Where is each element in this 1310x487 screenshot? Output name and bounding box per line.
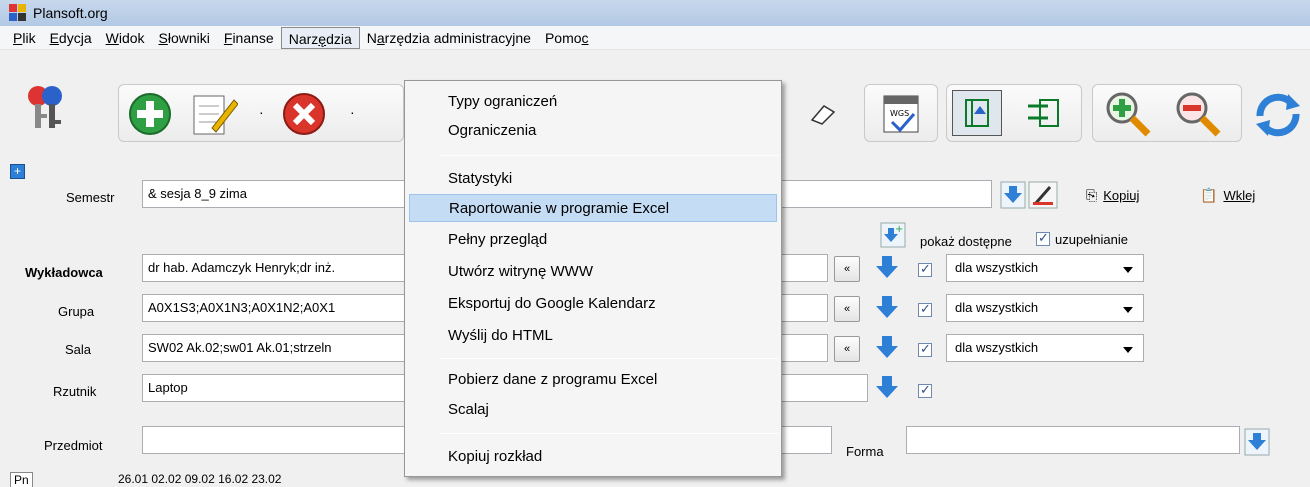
forma-select-arrow-icon[interactable] — [1244, 428, 1270, 456]
pokaz-dostepne-label: pokaż dostępne — [920, 234, 1012, 249]
sala-prev-button[interactable]: « — [834, 336, 860, 362]
menu-item-pelny-przeglad[interactable]: Pełny przegląd — [409, 226, 777, 254]
svg-text:WGS: WGS — [890, 109, 909, 118]
menu-item-utworz-witryne[interactable]: Utwórz witrynę WWW — [409, 258, 777, 286]
edit-dropdown-arrow[interactable]: · — [259, 104, 264, 120]
add-icon[interactable] — [128, 92, 172, 136]
wykladowca-prev-button[interactable]: « — [834, 256, 860, 282]
menu-item-raportowanie-excel[interactable]: Raportowanie w programie Excel — [409, 194, 777, 222]
zoom-out-icon[interactable] — [1174, 90, 1224, 140]
keys-icon[interactable] — [22, 82, 70, 132]
title-bar: Plansoft.org — [0, 0, 1310, 26]
day-cell[interactable]: Pn — [10, 472, 33, 487]
menu-item-eksportuj-google[interactable]: Eksportuj do Google Kalendarz — [409, 290, 777, 318]
menu-separator — [439, 155, 779, 156]
svg-text:+: + — [895, 224, 903, 235]
grupa-prev-button[interactable]: « — [834, 296, 860, 322]
sala-select-arrow-icon[interactable] — [874, 334, 900, 362]
panel-toggle-icon[interactable]: + — [10, 164, 25, 179]
rzutnik-checkbox[interactable] — [918, 382, 932, 398]
wykladowca-combo[interactable]: dla wszystkich — [946, 254, 1144, 282]
semestr-label: Semestr — [66, 190, 115, 205]
zoom-in-icon[interactable] — [1104, 90, 1154, 140]
wgs-calendar-icon[interactable]: WGS — [878, 90, 924, 136]
forma-field[interactable] — [906, 426, 1240, 454]
forma-label: Forma — [846, 444, 884, 459]
menu-slowniki[interactable]: Słowniki — [152, 27, 217, 49]
menu-narzedzia[interactable]: Narzędzia — [280, 26, 360, 49]
menu-widok[interactable]: Widok — [99, 27, 152, 49]
menu-bar: Plik Edycja Widok Słowniki Finanse Narzę… — [0, 26, 1310, 50]
copy-icon: ⎘ — [1086, 187, 1098, 203]
paste-icon: 📋 — [1200, 187, 1218, 203]
menu-item-typy-ograniczen[interactable]: Typy ograniczeń — [409, 88, 777, 116]
menu-edycja[interactable]: Edycja — [43, 27, 99, 49]
sort-horizontal-icon[interactable] — [1026, 96, 1062, 130]
semestr-select-arrow-icon[interactable] — [1000, 181, 1026, 209]
grupa-checkbox[interactable] — [918, 301, 932, 317]
grupa-label: Grupa — [58, 304, 95, 319]
grupa-select-arrow-icon[interactable] — [874, 294, 900, 322]
menu-pomoc[interactable]: Pomoc — [538, 27, 596, 49]
menu-separator — [439, 433, 779, 434]
menu-separator — [439, 358, 779, 359]
refresh-icon[interactable] — [1252, 90, 1304, 140]
uzupelnianie-label: uzupełnianie — [1055, 232, 1129, 247]
semestr-clear-brush-icon[interactable] — [1028, 181, 1058, 209]
menu-item-ograniczenia[interactable]: Ograniczenia — [409, 117, 777, 145]
window-title: Plansoft.org — [33, 5, 108, 21]
rzutnik-select-arrow-icon[interactable] — [874, 374, 900, 402]
sala-label: Sala — [65, 342, 92, 357]
eraser-icon[interactable] — [808, 102, 838, 126]
sala-combo[interactable]: dla wszystkich — [946, 334, 1144, 362]
wykladowca-select-arrow-icon[interactable] — [874, 254, 900, 282]
delete-icon[interactable] — [282, 92, 326, 136]
wykladowca-label: Wykładowca — [25, 265, 103, 280]
przedmiot-label: Przedmiot — [44, 438, 103, 453]
sala-checkbox[interactable] — [918, 341, 932, 357]
edit-icon[interactable] — [190, 90, 238, 138]
dates-row: 26.01 02.02 09.02 16.02 23.02 — [118, 472, 282, 486]
app-logo-icon — [9, 4, 27, 22]
menu-item-kopiuj-rozklad[interactable]: Kopiuj rozkład — [409, 443, 777, 471]
menu-finanse[interactable]: Finanse — [217, 27, 281, 49]
menu-plik[interactable]: Plik — [6, 27, 43, 49]
menu-item-wyslij-html[interactable]: Wyślij do HTML — [409, 322, 777, 350]
uzupelnianie-checkbox[interactable] — [1036, 230, 1050, 246]
add-down-icon[interactable]: + — [880, 222, 906, 248]
kopiuj-button[interactable]: ⎘ Kopiuj — [1086, 187, 1139, 204]
grupa-combo[interactable]: dla wszystkich — [946, 294, 1144, 322]
delete-dropdown-arrow[interactable]: · — [350, 104, 355, 120]
narzedzia-dropdown-menu: Typy ograniczeń Ograniczenia Statystyki … — [404, 80, 782, 477]
menu-narzedzia-administracyjne[interactable]: Narzędzia administracyjne — [360, 27, 538, 49]
menu-item-statystyki[interactable]: Statystyki — [409, 165, 777, 193]
menu-item-scalaj[interactable]: Scalaj — [409, 396, 777, 424]
wykladowca-checkbox[interactable] — [918, 261, 932, 277]
rzutnik-label: Rzutnik — [53, 384, 97, 399]
sort-vertical-icon — [965, 99, 989, 127]
menu-item-pobierz-excel[interactable]: Pobierz dane z programu Excel — [409, 366, 777, 394]
wklej-button[interactable]: 📋 Wklej — [1200, 187, 1255, 204]
